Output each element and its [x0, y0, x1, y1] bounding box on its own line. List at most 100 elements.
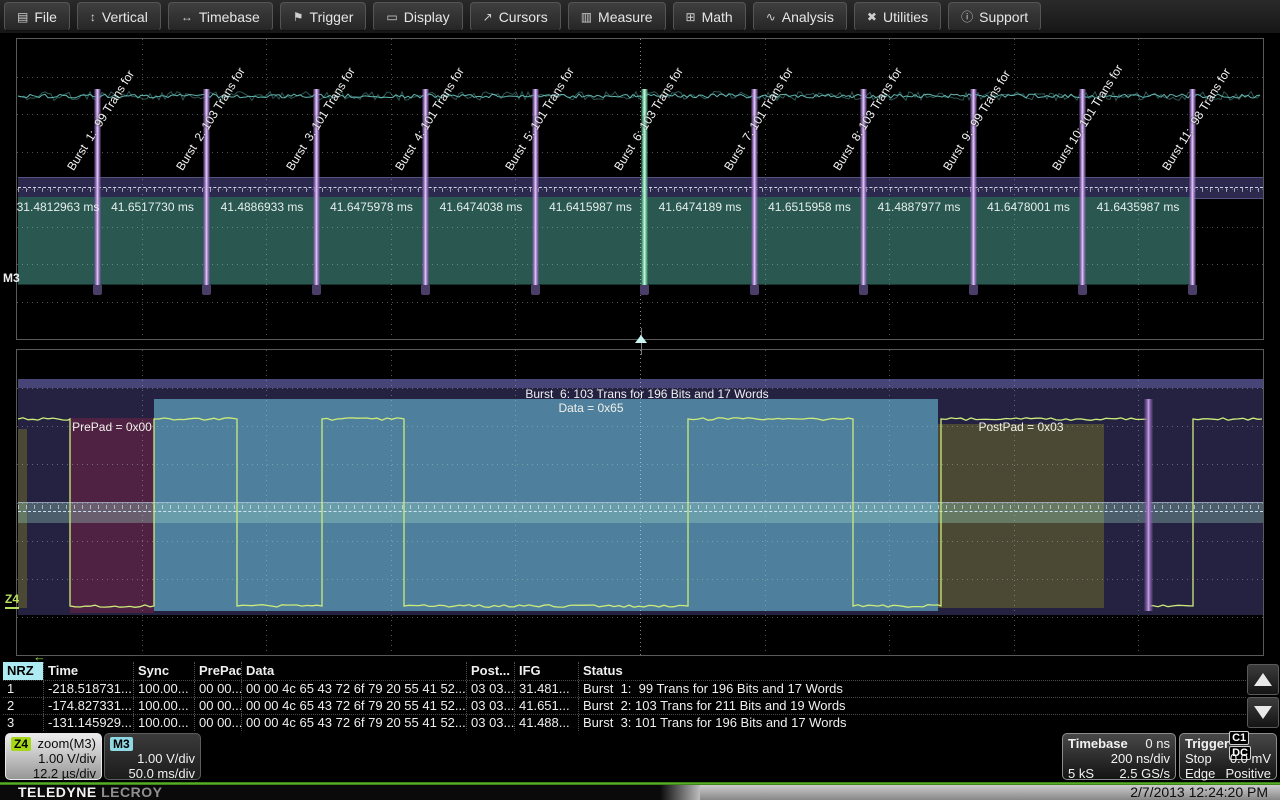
cell-sync: 100.00...	[133, 681, 194, 697]
cell-ifg: IFG	[514, 662, 578, 680]
table-header-row: NRZTimeSyncPrePadDataPost...IFGStatus	[3, 662, 1246, 680]
oscilloscope-screen: ▤File↕Vertical↔Timebase⚑Trigger▭Display↗…	[0, 0, 1280, 800]
timebase-scale: 200 ns/div	[1111, 751, 1170, 766]
m3-channel-indicator[interactable]: M3	[3, 271, 20, 285]
cell-post: 03 03...	[466, 715, 514, 731]
m3-tdiv: 50.0 ms/div	[129, 766, 195, 781]
burst-interval-value: 31.4812963 ms	[17, 200, 100, 214]
z4-zoom-indicator[interactable]: Z4	[5, 592, 19, 609]
z4-badge: Z4	[11, 737, 31, 751]
menu-bar: ▤File↕Vertical↔Timebase⚑Trigger▭Display ↗…	[0, 0, 1280, 34]
timebase-offset: 0 ns	[1145, 736, 1170, 751]
burst-interval-value: 41.6515958 ms	[768, 200, 851, 214]
trigger-level: 0.0 mV	[1230, 751, 1271, 766]
timebase-title: Timebase	[1068, 736, 1128, 751]
cell-data: 00 00 4c 65 43 72 6f 79 20 55 41 52...	[241, 698, 466, 714]
z4-tdiv: 12.2 µs/div	[33, 766, 96, 781]
table-row[interactable]: 2-174.827331...100.00...00 00...00 00 4c…	[3, 697, 1246, 714]
scroll-left-arrow[interactable]: ←	[33, 649, 46, 664]
cell-ifg: 31.481...	[514, 681, 578, 697]
timebase-descriptor-box[interactable]: Timebase 0 ns 200 ns/div 5 kS 2.5 GS/s	[1062, 733, 1176, 780]
stamp-fade	[660, 785, 700, 800]
cell-time: -218.518731...	[43, 681, 133, 697]
support-icon: ⓘ	[961, 11, 973, 23]
table-scroll-down-button[interactable]	[1247, 697, 1279, 728]
burst-marker-foot	[421, 285, 430, 295]
menu-timebase-button[interactable]: ↔Timebase	[168, 2, 273, 31]
vertical-icon: ↕	[90, 11, 96, 23]
burst-interval-value: 41.6415987 ms	[549, 200, 632, 214]
menu-utilities-button[interactable]: ✖Utilities	[854, 2, 941, 31]
postpad-label: PostPad = 0x03	[961, 420, 1081, 434]
display-icon: ▭	[386, 11, 397, 23]
utilities-icon: ✖	[867, 11, 877, 23]
measure-icon: ▥	[581, 11, 592, 23]
menu-measure-button[interactable]: ▥Measure	[568, 2, 666, 31]
menu-cursors-button[interactable]: ↗Cursors	[470, 2, 561, 31]
cell-time: Time	[43, 662, 133, 680]
cell-ifg: 41.651...	[514, 698, 578, 714]
cell-sync: 100.00...	[133, 715, 194, 731]
table-row[interactable]: 1-218.518731...100.00...00 00...00 00 4c…	[3, 680, 1246, 697]
cell-sync: 100.00...	[133, 698, 194, 714]
cell-time: -131.145929...	[43, 715, 133, 731]
timebase-samples: 5 kS	[1068, 766, 1094, 781]
menu-display-button[interactable]: ▭Display	[373, 2, 462, 31]
cell-nrz: 3	[3, 715, 43, 731]
burst-interval-value: 41.6474038 ms	[440, 200, 523, 214]
cell-time: -174.827331...	[43, 698, 133, 714]
cell-status: Status	[578, 662, 1246, 680]
down-triangle-icon	[1254, 706, 1272, 719]
cell-data: Data	[241, 662, 466, 680]
burst-marker-foot	[1078, 285, 1087, 295]
trigger-icon: ⚑	[293, 11, 304, 23]
burst-marker-foot	[750, 285, 759, 295]
next-burst-marker	[1144, 399, 1153, 611]
cell-nrz: 1	[3, 681, 43, 697]
cell-prepad: 00 00...	[194, 681, 241, 697]
cell-nrz: NRZ	[3, 662, 43, 680]
burst-interval-value: 41.4887977 ms	[878, 200, 961, 214]
burst-interval-value: 41.6478001 ms	[987, 200, 1070, 214]
burst-marker-foot	[312, 285, 321, 295]
analysis-icon: ∿	[766, 11, 776, 23]
menu-vertical-button[interactable]: ↕Vertical	[77, 2, 161, 31]
cell-status: Burst 1: 99 Trans for 196 Bits and 17 Wo…	[578, 681, 1246, 697]
burst-title: Burst 6: 103 Trans for 196 Bits and 17 W…	[347, 387, 947, 401]
menu-analysis-button[interactable]: ∿Analysis	[753, 2, 847, 31]
trigger-mode: Stop	[1185, 751, 1212, 766]
burst-marker-foot	[531, 285, 540, 295]
menu-support-button[interactable]: ⓘSupport	[948, 2, 1041, 31]
burst-interval-value: 41.6474189 ms	[659, 200, 742, 214]
zoom-graticule[interactable]: Burst 6: 103 Trans for 196 Bits and 17 W…	[16, 349, 1264, 656]
trigger-position-marker[interactable]	[635, 335, 647, 343]
cell-status: Burst 3: 101 Trans for 196 Bits and 17 W…	[578, 715, 1246, 731]
trigger-type: Edge	[1185, 766, 1215, 781]
upper-graticule[interactable]: Burst 1: 99 Trans forBurst 2: 103 Trans …	[16, 38, 1264, 340]
burst-marker-foot	[859, 285, 868, 295]
burst-marker-foot	[1188, 285, 1197, 295]
cell-status: Burst 2: 103 Trans for 211 Bits and 19 W…	[578, 698, 1246, 714]
timebase-icon: ↔	[181, 11, 193, 23]
up-triangle-icon	[1254, 673, 1272, 686]
trigger-title: Trigger	[1185, 736, 1229, 751]
burst-interval-value: 41.6435987 ms	[1097, 200, 1180, 214]
decode-table[interactable]: NRZTimeSyncPrePadDataPost...IFGStatus1-2…	[3, 662, 1246, 731]
burst-interval-value: 41.6475978 ms	[330, 200, 413, 214]
z4-descriptor-box[interactable]: Z4 zoom(M3) 1.00 V/div 12.2 µs/div	[5, 733, 102, 780]
table-scroll-up-button[interactable]	[1247, 664, 1279, 695]
burst-marker-foot	[640, 285, 649, 295]
burst-marker-foot	[202, 285, 211, 295]
timebase-rate: 2.5 GS/s	[1119, 766, 1170, 781]
cell-nrz: 2	[3, 698, 43, 714]
trigger-descriptor-box[interactable]: Trigger C1 DC Stop 0.0 mV Edge Positive	[1179, 733, 1277, 780]
datetime-display: 2/7/2013 12:24:20 PM	[700, 785, 1280, 800]
menu-trigger-button[interactable]: ⚑Trigger	[280, 2, 367, 31]
cell-post: 03 03...	[466, 681, 514, 697]
m3-descriptor-box[interactable]: M3 1.00 V/div 50.0 ms/div	[104, 733, 201, 780]
data-value-label: Data = 0x65	[456, 401, 726, 415]
menu-file-button[interactable]: ▤File	[4, 2, 70, 31]
cell-data: 00 00 4c 65 43 72 6f 79 20 55 41 52...	[241, 715, 466, 731]
table-row[interactable]: 3-131.145929...100.00...00 00...00 00 4c…	[3, 714, 1246, 731]
menu-math-button[interactable]: ⊞Math	[673, 2, 746, 31]
